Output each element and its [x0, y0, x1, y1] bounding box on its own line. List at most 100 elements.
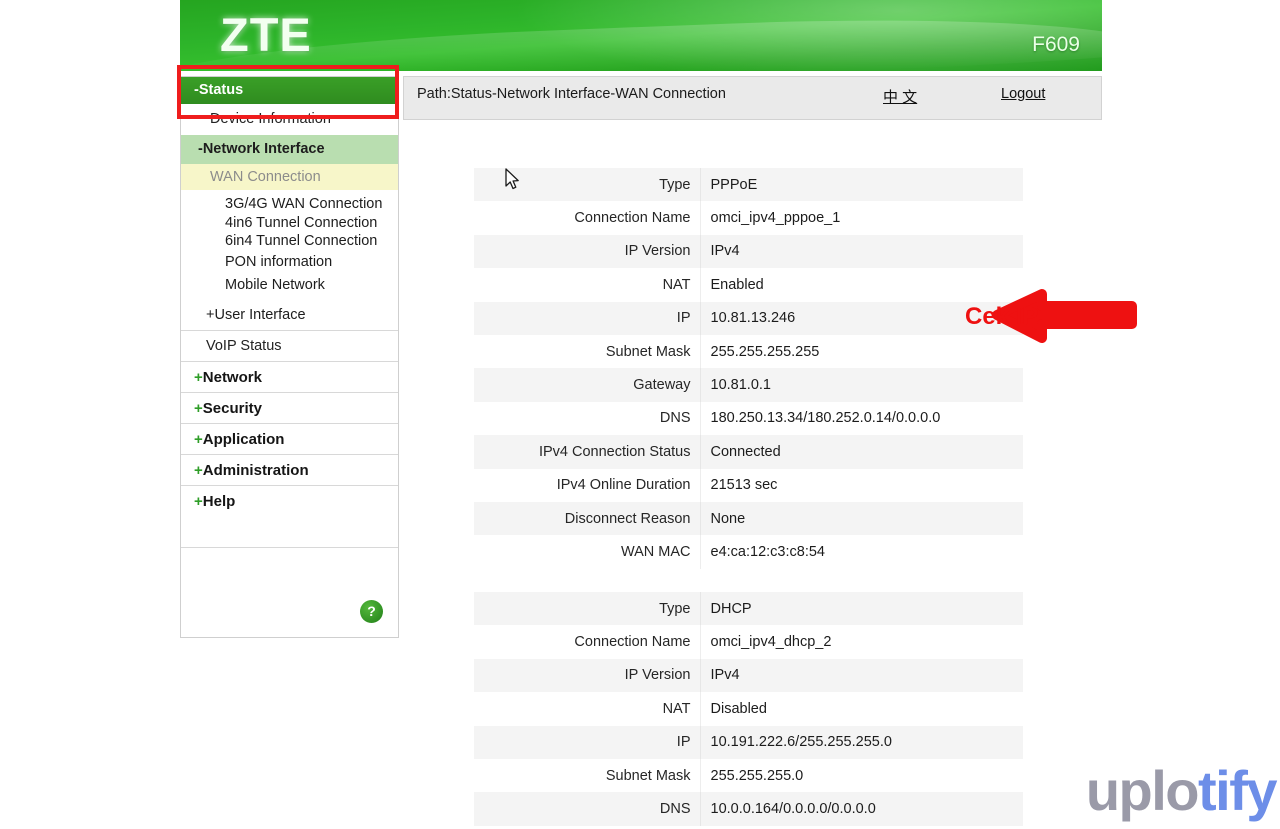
row-value: PPPoE	[699, 168, 1023, 202]
row-key: Subnet Mask	[474, 334, 700, 369]
sidebar-item-network-interface[interactable]: -Network Interface	[181, 135, 398, 164]
row-value: 10.0.0.164/0.0.0.0/0.0.0.0	[699, 792, 1023, 826]
table-row: DNS 180.250.13.34/180.252.0.14/0.0.0.0	[474, 401, 1023, 436]
row-value: 10.81.0.1	[699, 368, 1023, 402]
row-key: IPv4 Online Duration	[474, 468, 700, 502]
row-key: DNS	[474, 401, 700, 436]
row-value: omci_ipv4_dhcp_2	[699, 625, 1023, 659]
router-admin-page: ZTE F609 Path:Status-Network Interface-W…	[177, 0, 1137, 829]
sidebar-item-6in4-tunnel-connection[interactable]: 6in4 Tunnel Connection	[181, 232, 398, 251]
table-row: IP 10.191.222.6/255.255.255.0	[474, 725, 1023, 759]
table-row: Gateway 10.81.0.1	[474, 368, 1023, 402]
watermark-part-a: uplo	[1085, 759, 1200, 822]
table-row: NAT Enabled	[474, 268, 1023, 302]
row-value: e4:ca:12:c3:c8:54	[699, 535, 1023, 569]
sidebar-item-mobile-network[interactable]: Mobile Network	[181, 272, 398, 296]
row-key: Disconnect Reason	[474, 501, 700, 536]
sidebar-item-network[interactable]: +Network	[181, 360, 398, 392]
expand-plus-icon: +	[194, 492, 203, 510]
sidebar-navigation: -Status Device Information -Network Inte…	[180, 76, 399, 638]
row-key: Connection Name	[474, 201, 700, 235]
table-row-ip: IP 10.81.13.246	[474, 301, 1023, 335]
row-key: NAT	[474, 268, 700, 302]
row-value: IPv4	[699, 234, 1023, 269]
table-row: DNS 10.0.0.164/0.0.0.0/0.0.0.0	[474, 792, 1023, 826]
table-row: IPv4 Online Duration 21513 sec	[474, 468, 1023, 502]
sidebar-item-status[interactable]: -Status	[181, 77, 398, 104]
table-body: Type DHCP Connection Name omci_ipv4_dhcp_2…	[474, 592, 1023, 826]
row-value: None	[699, 501, 1023, 536]
sidebar-item-label: Help	[202, 492, 236, 510]
sidebar-item-label: Application	[202, 430, 285, 448]
model-label: F609	[1032, 33, 1080, 56]
zte-logo: ZTE	[220, 8, 312, 61]
table-row: WAN MAC e4:ca:12:c3:c8:54	[474, 535, 1023, 569]
sidebar-item-pon-information[interactable]: PON information	[181, 251, 398, 272]
language-switch-link[interactable]: 中 文	[883, 86, 917, 107]
row-value: omci_ipv4_pppoe_1	[699, 201, 1023, 235]
table-row: NAT Disabled	[474, 692, 1023, 726]
expand-plus-icon: +	[194, 399, 203, 417]
row-key: IP Version	[474, 658, 700, 693]
watermark-part-b: tify	[1198, 759, 1278, 822]
table-row: Subnet Mask 255.255.255.255	[474, 334, 1023, 369]
expand-plus-icon: +	[194, 461, 203, 479]
sidebar-item-label: Security	[202, 399, 262, 417]
table-row: IP Version IPv4	[474, 658, 1023, 693]
table-row: Disconnect Reason None	[474, 501, 1023, 536]
row-value: DHCP	[699, 592, 1023, 626]
breadcrumb: Path:Status-Network Interface-WAN Connec…	[417, 86, 726, 102]
table-row: Type DHCP	[474, 592, 1023, 626]
sidebar-item-user-interface[interactable]: +User Interface	[181, 300, 398, 330]
row-value: IPv4	[699, 658, 1023, 693]
expand-plus-icon: +	[194, 368, 203, 386]
sidebar-item-security[interactable]: +Security	[181, 391, 398, 423]
row-key: NAT	[474, 692, 700, 726]
row-key: Type	[474, 168, 700, 202]
table-row: Connection Name omci_ipv4_pppoe_1	[474, 201, 1023, 235]
row-key: IP Version	[474, 234, 700, 269]
row-value: 255.255.255.0	[699, 758, 1023, 793]
sidebar-item-label: Network	[202, 368, 262, 386]
table-row: IP Version IPv4	[474, 234, 1023, 269]
row-value: Enabled	[699, 268, 1023, 302]
sidebar-item-help[interactable]: +Help	[181, 484, 398, 516]
sidebar-item-voip-status[interactable]: VoIP Status	[181, 329, 398, 361]
sidebar-item-wan-connection[interactable]: WAN Connection	[181, 164, 398, 190]
help-question-icon[interactable]: ?	[360, 600, 383, 623]
row-value: 10.191.222.6/255.255.255.0	[699, 725, 1023, 759]
logout-link[interactable]: Logout	[1001, 86, 1045, 102]
row-key: Connection Name	[474, 625, 700, 659]
table-row: IPv4 Connection Status Connected	[474, 435, 1023, 469]
annotation-label: Cek IP	[965, 303, 1039, 330]
sidebar-item-3g4g-wan-connection[interactable]: 3G/4G WAN Connection	[181, 195, 398, 214]
row-value: Connected	[699, 435, 1023, 469]
sidebar-item-administration[interactable]: +Administration	[181, 453, 398, 485]
page-header: ZTE F609	[180, 0, 1102, 71]
row-key: Type	[474, 592, 700, 626]
row-key: IPv4 Connection Status	[474, 435, 700, 469]
sidebar-item-4in6-tunnel-connection[interactable]: 4in6 Tunnel Connection	[181, 214, 398, 233]
table-body: Type PPPoE Connection Name omci_ipv4_pppoe…	[474, 168, 1023, 569]
row-key: IP	[474, 301, 700, 335]
row-key: Subnet Mask	[474, 758, 700, 793]
row-key: WAN MAC	[474, 535, 700, 569]
table-row: Type PPPoE	[474, 168, 1023, 202]
wan-connection-pppoe-table: Type PPPoE Connection Name omci_ipv4_pppoe…	[474, 168, 1023, 569]
row-key: IP	[474, 725, 700, 759]
sidebar-item-application[interactable]: +Application	[181, 422, 398, 454]
wan-connection-dhcp-table: Type DHCP Connection Name omci_ipv4_dhcp_2…	[474, 592, 1023, 826]
sidebar-item-device-information[interactable]: Device Information	[181, 104, 398, 135]
expand-plus-icon: +	[194, 430, 203, 448]
row-value: 21513 sec	[699, 468, 1023, 502]
table-row: Connection Name omci_ipv4_dhcp_2	[474, 625, 1023, 659]
table-row: Subnet Mask 255.255.255.0	[474, 758, 1023, 793]
row-value: Disabled	[699, 692, 1023, 726]
row-value: 255.255.255.255	[699, 334, 1023, 369]
row-key: Gateway	[474, 368, 700, 402]
uplotify-watermark: uplotify	[1085, 758, 1278, 823]
row-key: DNS	[474, 792, 700, 826]
path-bar: Path:Status-Network Interface-WAN Connec…	[403, 76, 1102, 120]
sidebar-item-label: Administration	[202, 461, 309, 479]
row-value: 180.250.13.34/180.252.0.14/0.0.0.0	[699, 401, 1023, 436]
